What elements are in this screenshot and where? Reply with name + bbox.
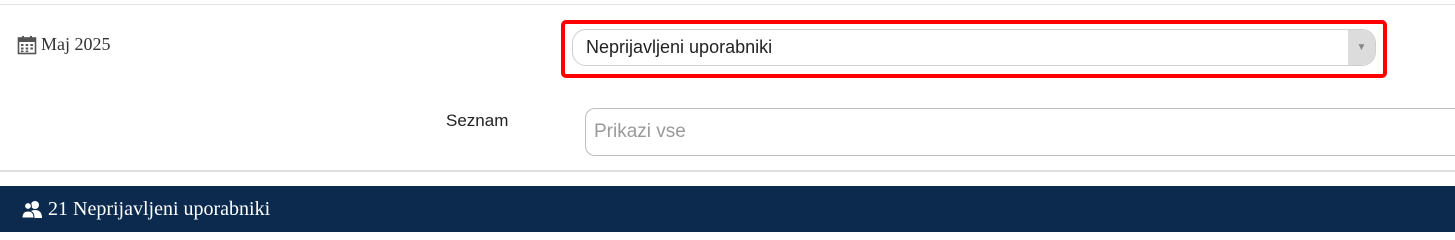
- results-count: 21: [48, 197, 68, 220]
- user-status-select-value: Neprijavljeni uporabniki: [586, 37, 773, 57]
- calendar-icon: [17, 35, 37, 55]
- month-label: Maj 2025: [41, 34, 111, 54]
- report-page: Maj 2025 Neprijavljeni uporabniki ▼ Sezn…: [0, 0, 1455, 232]
- results-title: Neprijavljeni uporabniki: [73, 197, 271, 220]
- month-selector[interactable]: Maj 2025: [17, 34, 111, 55]
- list-field-label: Seznam: [446, 111, 509, 130]
- triangle-down-icon[interactable]: ▼: [1348, 30, 1375, 65]
- user-status-select[interactable]: Neprijavljeni uporabniki ▼: [572, 29, 1376, 66]
- list-filter-input[interactable]: [585, 108, 1455, 156]
- results-banner: 21 Neprijavljeni uporabniki: [0, 186, 1455, 232]
- panel-divider: [0, 170, 1455, 172]
- users-icon: [20, 199, 44, 219]
